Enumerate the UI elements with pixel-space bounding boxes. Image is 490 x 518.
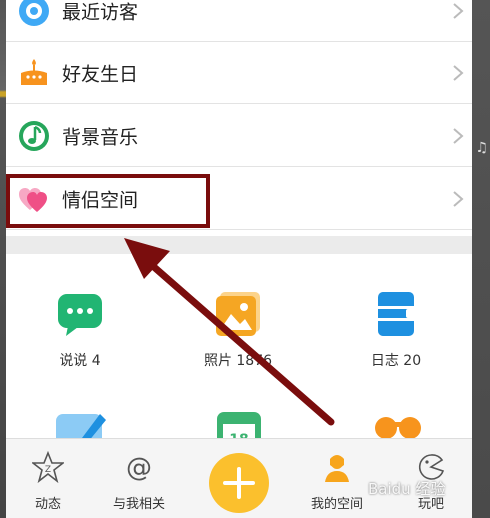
watermark: Baidu 经验 bbox=[368, 480, 446, 498]
annotation-arrow bbox=[124, 238, 335, 426]
